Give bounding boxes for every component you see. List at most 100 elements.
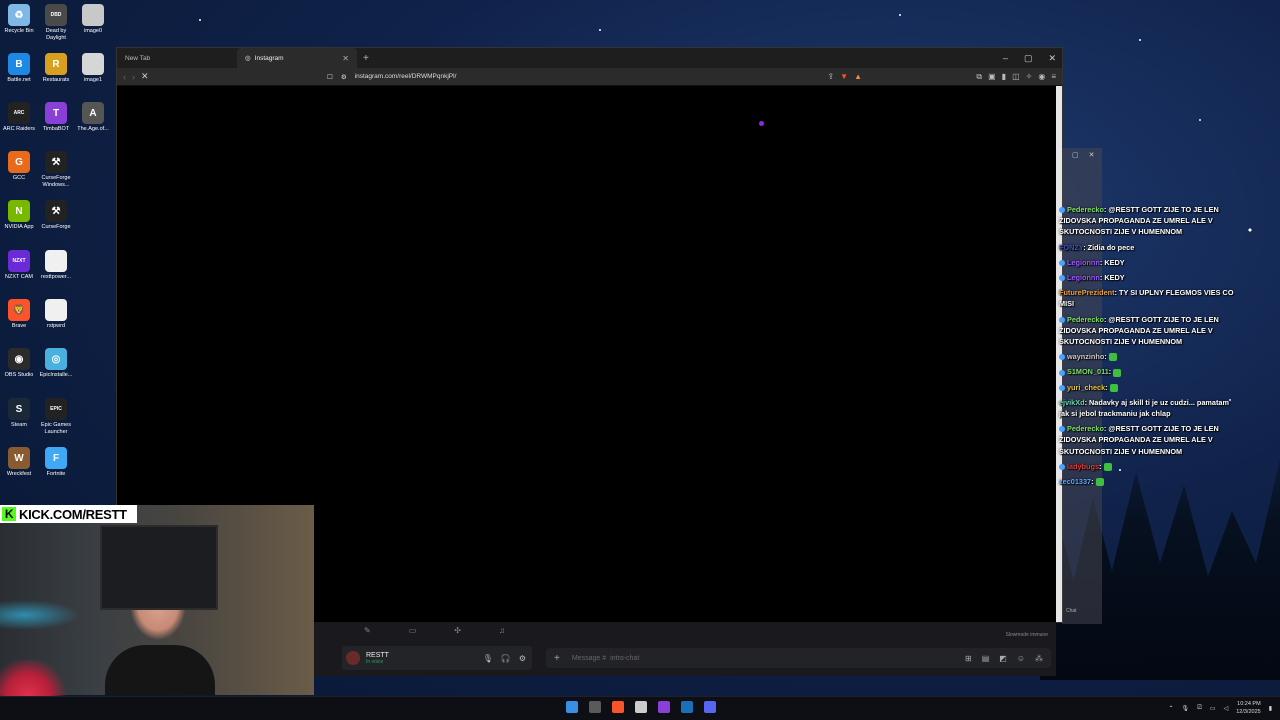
message-input[interactable]: + Message # intro-chat ⊞ ▤ ◩ ☺ ⁂ (546, 648, 1051, 668)
desktop-icon[interactable]: ⚒ CurseForge (37, 200, 75, 231)
extensions-icon[interactable]: ⧉ (976, 72, 982, 82)
stream-icon[interactable]: ✎ (364, 626, 371, 635)
vpn-icon[interactable]: ◉ (1038, 72, 1045, 82)
desktop-icon-label: rstpwrd (46, 323, 66, 329)
notification-icon[interactable]: ▮ (1269, 705, 1272, 712)
chat-username[interactable]: Pederecko (1067, 205, 1104, 214)
desktop-icon[interactable]: T TimbaBOT (37, 102, 75, 133)
desktop-icon[interactable]: ♻ Recycle Bin (0, 4, 38, 35)
bookmark-icon[interactable]: ☐ (327, 73, 333, 81)
tab-new-tab[interactable]: New Tab (117, 48, 237, 68)
app-icon (45, 250, 67, 272)
attach-plus-icon[interactable]: + (554, 653, 560, 664)
brave-shields-icon[interactable]: ▼ (840, 72, 848, 81)
tray-network-icon[interactable]: ▭ (1210, 705, 1216, 712)
chat-username[interactable]: Pederecko (1067, 424, 1104, 433)
desktop-icon-label: GCC (12, 175, 26, 181)
tab-instagram[interactable]: ◎ Instagram ✕ (237, 48, 357, 68)
app-icon: ♻ (8, 4, 30, 26)
brave-rewards-icon[interactable]: ▲ (854, 72, 862, 81)
chat-message: Pederecko: @RESTT GOTT ZIJE TO JE LEN ZI… (1059, 314, 1239, 348)
gift-icon[interactable]: ⊞ (965, 654, 972, 663)
chat-username[interactable]: yuri_check (1067, 383, 1105, 392)
desktop-icon[interactable]: NZXT NZXT CAM (0, 250, 38, 281)
xbox-icon[interactable] (589, 701, 601, 713)
chat-username[interactable]: ladybugs (1067, 462, 1099, 471)
settings-gear-icon[interactable]: ⚙ (519, 654, 526, 663)
brave-icon[interactable] (612, 701, 624, 713)
chat-username[interactable]: FONZY (1059, 243, 1083, 252)
desktop-icon[interactable]: EPIC Epic Games Launcher (37, 398, 75, 436)
chat-username[interactable]: zec01337 (1059, 477, 1091, 486)
url-text[interactable]: instagram.com/reel/DRWMPqnkjPl/ (355, 73, 457, 80)
chat-username[interactable]: Pederecko (1067, 315, 1104, 324)
desktop-icon[interactable]: S Steam (0, 398, 38, 429)
maximize-icon[interactable]: ▢ (1024, 53, 1033, 64)
apps-icon[interactable]: ⁂ (1035, 654, 1043, 663)
desktop-icon[interactable]: R Restaurats (37, 53, 75, 84)
chat-message: Pederecko: @RESTT GOTT ZIJE TO JE LEN ZI… (1059, 204, 1239, 238)
chat-close-icon[interactable]: ✕ (1089, 151, 1095, 159)
user-panel[interactable]: RESTT In voice 🎙 🎧 ⚙ (342, 646, 532, 670)
chat-username[interactable]: Legionnn (1067, 273, 1100, 282)
emoji-icon[interactable]: ☺ (1017, 654, 1025, 663)
wallet-icon[interactable]: ◫ (1012, 72, 1020, 82)
avatar[interactable] (346, 651, 360, 665)
tray-mic-icon[interactable]: 🎙 (1181, 705, 1189, 712)
desktop-icon[interactable]: resttpower... (37, 250, 75, 281)
popout-icon[interactable]: ▢ (1072, 151, 1079, 159)
tray-chevron-icon[interactable]: ⌃ (1168, 705, 1173, 712)
chat-username[interactable]: S1MON_011 (1067, 367, 1109, 376)
screen-share-icon[interactable]: ▭ (409, 626, 417, 635)
sticker-icon[interactable]: ◩ (999, 654, 1007, 663)
desktop-icon[interactable]: ◎ EpicInstalle... (37, 348, 75, 379)
desktop-icon[interactable]: DBD Dead by Daylight (37, 4, 75, 42)
sidebar-icon[interactable]: ▮ (1002, 72, 1006, 82)
stop-loading-icon[interactable]: ✕ (141, 71, 149, 82)
screenshot-icon[interactable]: ▣ (988, 72, 996, 82)
desktop-icon[interactable]: image1 (74, 53, 112, 84)
forward-icon[interactable]: › (132, 72, 135, 82)
chat-message: S1MON_011: (1059, 366, 1239, 377)
desktop-icon[interactable]: B Battle.net (0, 53, 38, 84)
tray-usb-icon[interactable]: ⎚ (1197, 705, 1202, 712)
leo-ai-icon[interactable]: ✧ (1026, 72, 1033, 82)
close-icon[interactable]: ✕ (1048, 53, 1056, 64)
chat-username[interactable]: waynzinho (1067, 352, 1104, 361)
tray-volume-icon[interactable]: ◁ (1224, 705, 1229, 712)
desktop-icon[interactable]: G GCC (0, 151, 38, 182)
windows-start-icon[interactable] (566, 701, 578, 713)
share-icon[interactable]: ⇪ (827, 72, 834, 81)
clock[interactable]: 10:24 PM 12/3/2025 (1236, 700, 1260, 716)
chrome-icon[interactable] (635, 701, 647, 713)
desktop-icon[interactable]: 🦁 Brave (0, 299, 38, 330)
timbabot-icon[interactable] (658, 701, 670, 713)
steam-icon[interactable] (681, 701, 693, 713)
chat-username[interactable]: Legionnn (1067, 258, 1100, 267)
desktop-icon[interactable]: A The.Age.of... (74, 102, 112, 133)
chat-text: Zidia do pece (1087, 242, 1135, 252)
chat-message: FONZY: Zidia do pece (1059, 242, 1239, 253)
desktop-icon[interactable]: ⚒ CurseForge Windows... (37, 151, 75, 189)
site-info-icon[interactable]: ⚙ (341, 73, 347, 81)
menu-icon[interactable]: ≡ (1051, 72, 1056, 82)
desktop-icon[interactable]: ◉ OBS Studio (0, 348, 38, 379)
minimize-icon[interactable]: – (1003, 53, 1008, 63)
chat-username[interactable]: ejvikXd (1059, 398, 1085, 407)
gif-icon[interactable]: ▤ (982, 654, 990, 663)
soundboard-icon[interactable]: ♫ (499, 626, 505, 635)
microphone-icon[interactable]: 🎙 (483, 654, 493, 663)
activities-icon[interactable]: ✣ (454, 626, 461, 635)
desktop-icon[interactable]: W Wreckfest (0, 447, 38, 478)
desktop-icon[interactable]: image0 (74, 4, 112, 35)
desktop-icon[interactable]: rstpwrd (37, 299, 75, 330)
back-icon[interactable]: ‹ (123, 72, 126, 82)
headphones-icon[interactable]: 🎧 (501, 654, 511, 663)
new-tab-button[interactable]: + (363, 53, 369, 64)
tab-close-icon[interactable]: ✕ (342, 54, 349, 63)
chat-username[interactable]: FuturePrezident (1059, 288, 1115, 297)
discord-icon[interactable] (704, 701, 716, 713)
desktop-icon[interactable]: ARC ARC Raiders (0, 102, 38, 133)
desktop-icon[interactable]: F Fortnite (37, 447, 75, 478)
desktop-icon[interactable]: N NVIDIA App (0, 200, 38, 231)
